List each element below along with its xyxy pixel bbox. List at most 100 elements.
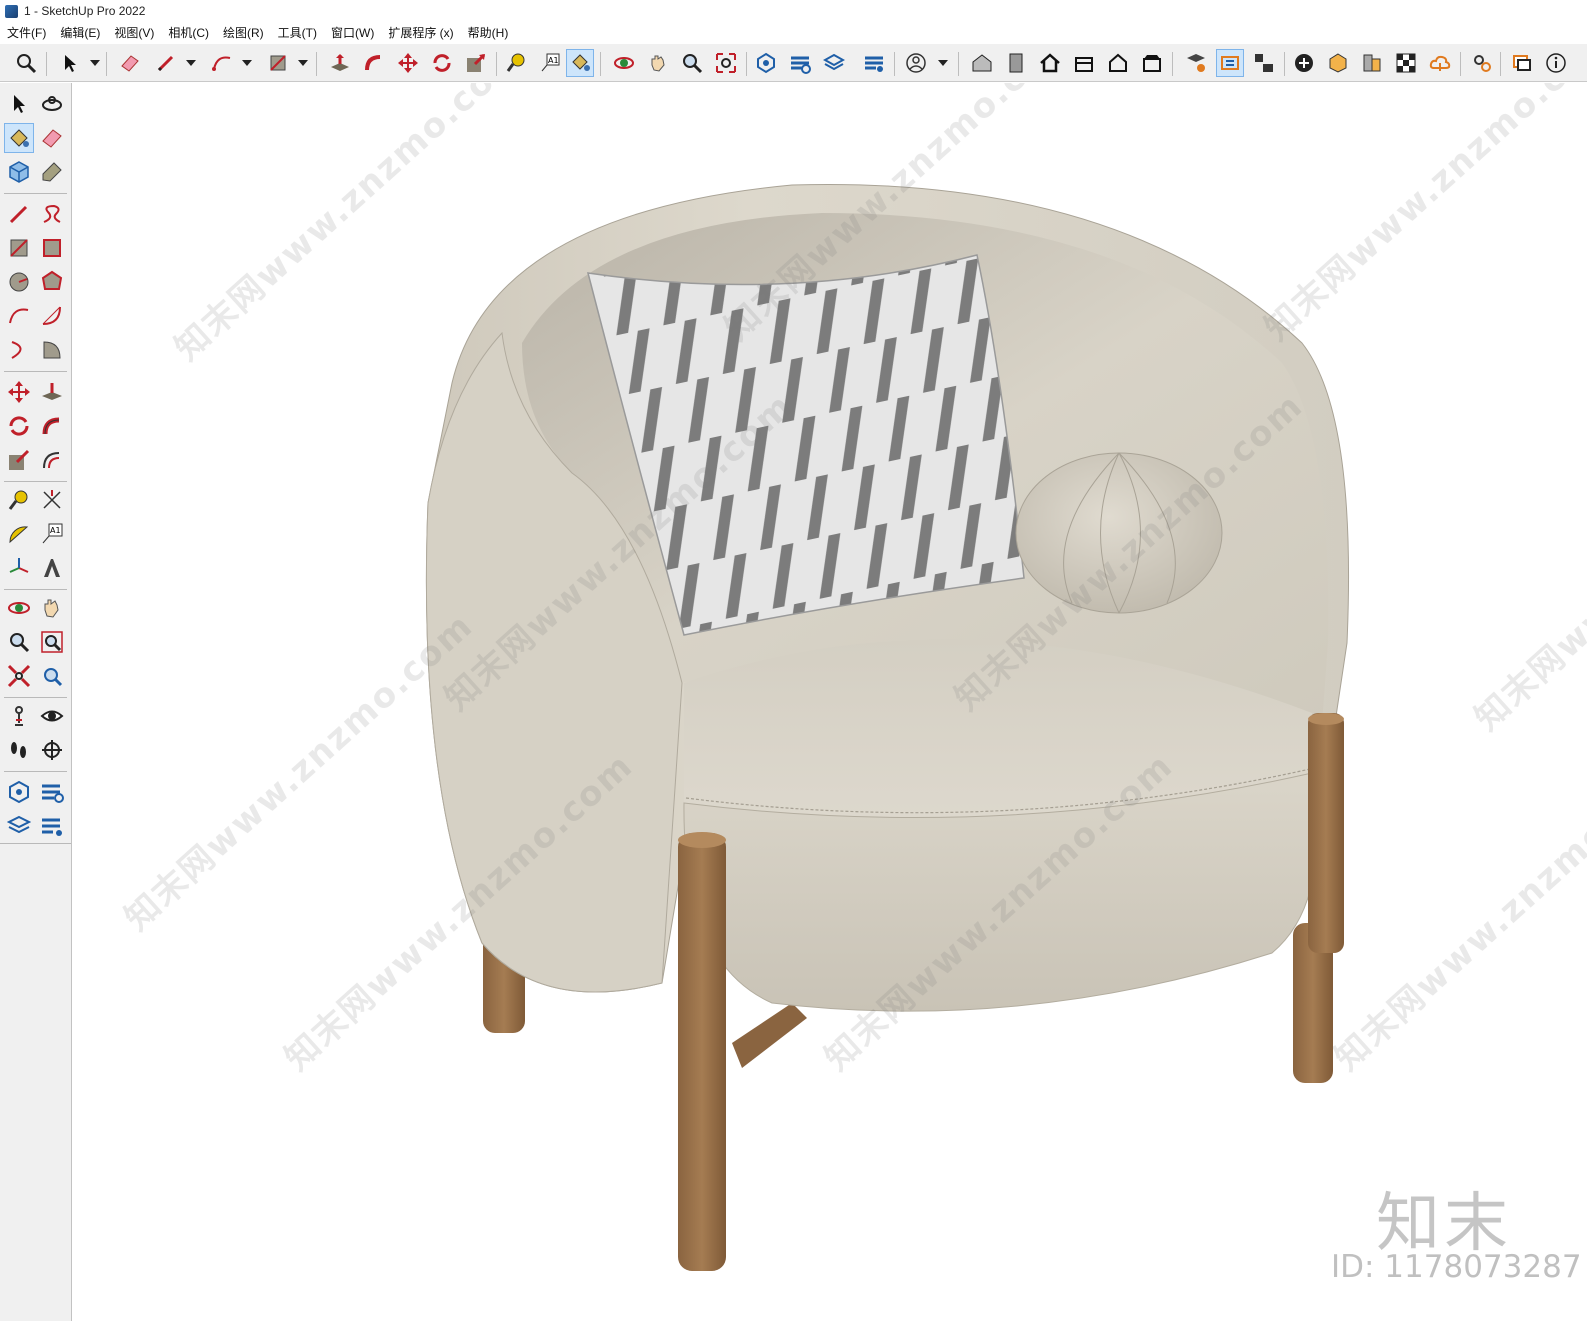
arc-icon[interactable] xyxy=(4,301,34,331)
eraser-icon[interactable] xyxy=(37,123,67,153)
chevron-down-icon[interactable] xyxy=(298,60,308,66)
menu-bar: 文件(F) 编辑(E) 视图(V) 相机(C) 绘图(R) 工具(T) 窗口(W… xyxy=(0,22,1587,42)
circle-icon[interactable] xyxy=(4,267,34,297)
tag-icon[interactable] xyxy=(37,157,67,187)
menu-extensions[interactable]: 扩展程序 (x) xyxy=(381,24,460,41)
pie-icon[interactable] xyxy=(37,335,67,365)
push-pull-icon[interactable] xyxy=(37,377,67,407)
protractor-icon[interactable] xyxy=(4,519,34,549)
section-plane-icon[interactable] xyxy=(37,735,67,765)
menu-window[interactable]: 窗口(W) xyxy=(324,24,381,41)
axes-icon[interactable] xyxy=(4,553,34,583)
three-point-arc-icon[interactable] xyxy=(4,335,34,365)
cloud-icon[interactable] xyxy=(1426,49,1454,77)
follow-me-icon[interactable] xyxy=(37,411,67,441)
pan-icon[interactable] xyxy=(37,593,67,623)
menu-file[interactable]: 文件(F) xyxy=(0,24,53,41)
extension-warehouse-icon[interactable] xyxy=(37,777,67,807)
component-icon[interactable] xyxy=(4,157,34,187)
section-plane-icon[interactable] xyxy=(1324,49,1352,77)
model-info-icon[interactable] xyxy=(1182,49,1210,77)
rotate-icon[interactable] xyxy=(428,49,456,77)
menu-view[interactable]: 视图(V) xyxy=(107,24,161,41)
arc-icon[interactable] xyxy=(208,49,236,77)
freehand-icon[interactable] xyxy=(37,199,67,229)
two-point-arc-icon[interactable] xyxy=(37,301,67,331)
orbit-icon[interactable] xyxy=(37,89,67,119)
zoom-icon[interactable] xyxy=(12,49,40,77)
house-top-icon[interactable] xyxy=(1070,49,1098,77)
orbit-icon[interactable] xyxy=(610,49,638,77)
text-icon[interactable]: A1 xyxy=(37,519,67,549)
warehouse-icon[interactable] xyxy=(4,777,34,807)
house-side-icon[interactable] xyxy=(1138,49,1166,77)
select-icon[interactable] xyxy=(4,89,34,119)
extension-manager-icon[interactable] xyxy=(860,49,888,77)
extension-manager-icon[interactable] xyxy=(37,811,67,841)
push-pull-icon[interactable] xyxy=(326,49,354,77)
extension-warehouse-icon[interactable] xyxy=(786,49,814,77)
look-around-icon[interactable] xyxy=(37,701,67,731)
chevron-down-icon[interactable] xyxy=(938,60,948,66)
pencil-line-icon[interactable] xyxy=(152,49,180,77)
menu-help[interactable]: 帮助(H) xyxy=(461,24,516,41)
zoom-window-icon[interactable] xyxy=(37,627,67,657)
move-icon[interactable] xyxy=(394,49,422,77)
door-icon[interactable] xyxy=(1002,49,1030,77)
shadows-icon[interactable] xyxy=(1392,49,1420,77)
previous-view-icon[interactable] xyxy=(37,661,67,691)
scale-icon[interactable] xyxy=(4,445,34,475)
info-icon[interactable] xyxy=(1542,49,1570,77)
styles-icon[interactable] xyxy=(1358,49,1386,77)
tape-measure-icon[interactable] xyxy=(502,49,530,77)
profile-icon[interactable] xyxy=(902,49,930,77)
rectangle-icon[interactable] xyxy=(4,233,34,263)
3d-text-icon[interactable] xyxy=(37,553,67,583)
rectangle-icon[interactable] xyxy=(264,49,292,77)
zoom-extents-icon[interactable] xyxy=(4,661,34,691)
camera-icon[interactable] xyxy=(1250,49,1278,77)
paint-bucket-icon[interactable] xyxy=(4,123,34,153)
rotated-rectangle-icon[interactable] xyxy=(37,233,67,263)
tape-measure-icon[interactable] xyxy=(4,485,34,515)
house-front-icon[interactable] xyxy=(968,49,996,77)
polygon-icon[interactable] xyxy=(37,267,67,297)
chevron-down-icon[interactable] xyxy=(90,60,100,66)
chevron-down-icon[interactable] xyxy=(242,60,252,66)
home-icon[interactable] xyxy=(1036,49,1064,77)
rotate-icon[interactable] xyxy=(4,411,34,441)
menu-edit[interactable]: 编辑(E) xyxy=(53,24,107,41)
zoom-icon[interactable] xyxy=(4,627,34,657)
orbit-icon[interactable] xyxy=(4,593,34,623)
follow-me-icon[interactable] xyxy=(360,49,388,77)
preferences-icon[interactable] xyxy=(1468,49,1496,77)
layout-icon[interactable] xyxy=(820,49,848,77)
scale-icon[interactable] xyxy=(462,49,490,77)
position-camera-icon[interactable] xyxy=(4,701,34,731)
zoom-window-icon[interactable] xyxy=(678,49,706,77)
warehouse-icon[interactable] xyxy=(752,49,780,77)
dimension-icon[interactable] xyxy=(37,485,67,515)
offset-icon[interactable] xyxy=(37,445,67,475)
zoom-extents-icon[interactable] xyxy=(712,49,740,77)
eraser-icon[interactable] xyxy=(116,49,144,77)
house-outline-icon[interactable] xyxy=(1104,49,1132,77)
armchair-model[interactable] xyxy=(72,83,1587,1321)
pan-icon[interactable] xyxy=(644,49,672,77)
layout-icon[interactable] xyxy=(4,811,34,841)
paint-bucket-icon[interactable] xyxy=(566,49,594,77)
menu-draw[interactable]: 绘图(R) xyxy=(216,24,271,41)
walk-icon[interactable] xyxy=(4,735,34,765)
menu-camera[interactable]: 相机(C) xyxy=(161,24,216,41)
messages-icon[interactable] xyxy=(1508,49,1536,77)
toolbar-separator xyxy=(496,52,497,76)
line-icon[interactable] xyxy=(4,199,34,229)
add-location-icon[interactable] xyxy=(1290,49,1318,77)
model-viewport[interactable]: 知末网www.znzmo.com 知末网www.znzmo.com 知末网www… xyxy=(72,83,1587,1321)
scenes-icon[interactable] xyxy=(1216,49,1244,77)
select-icon[interactable] xyxy=(56,49,84,77)
chevron-down-icon[interactable] xyxy=(186,60,196,66)
menu-tools[interactable]: 工具(T) xyxy=(271,24,324,41)
text-icon[interactable]: A1 xyxy=(536,49,564,77)
move-icon[interactable] xyxy=(4,377,34,407)
